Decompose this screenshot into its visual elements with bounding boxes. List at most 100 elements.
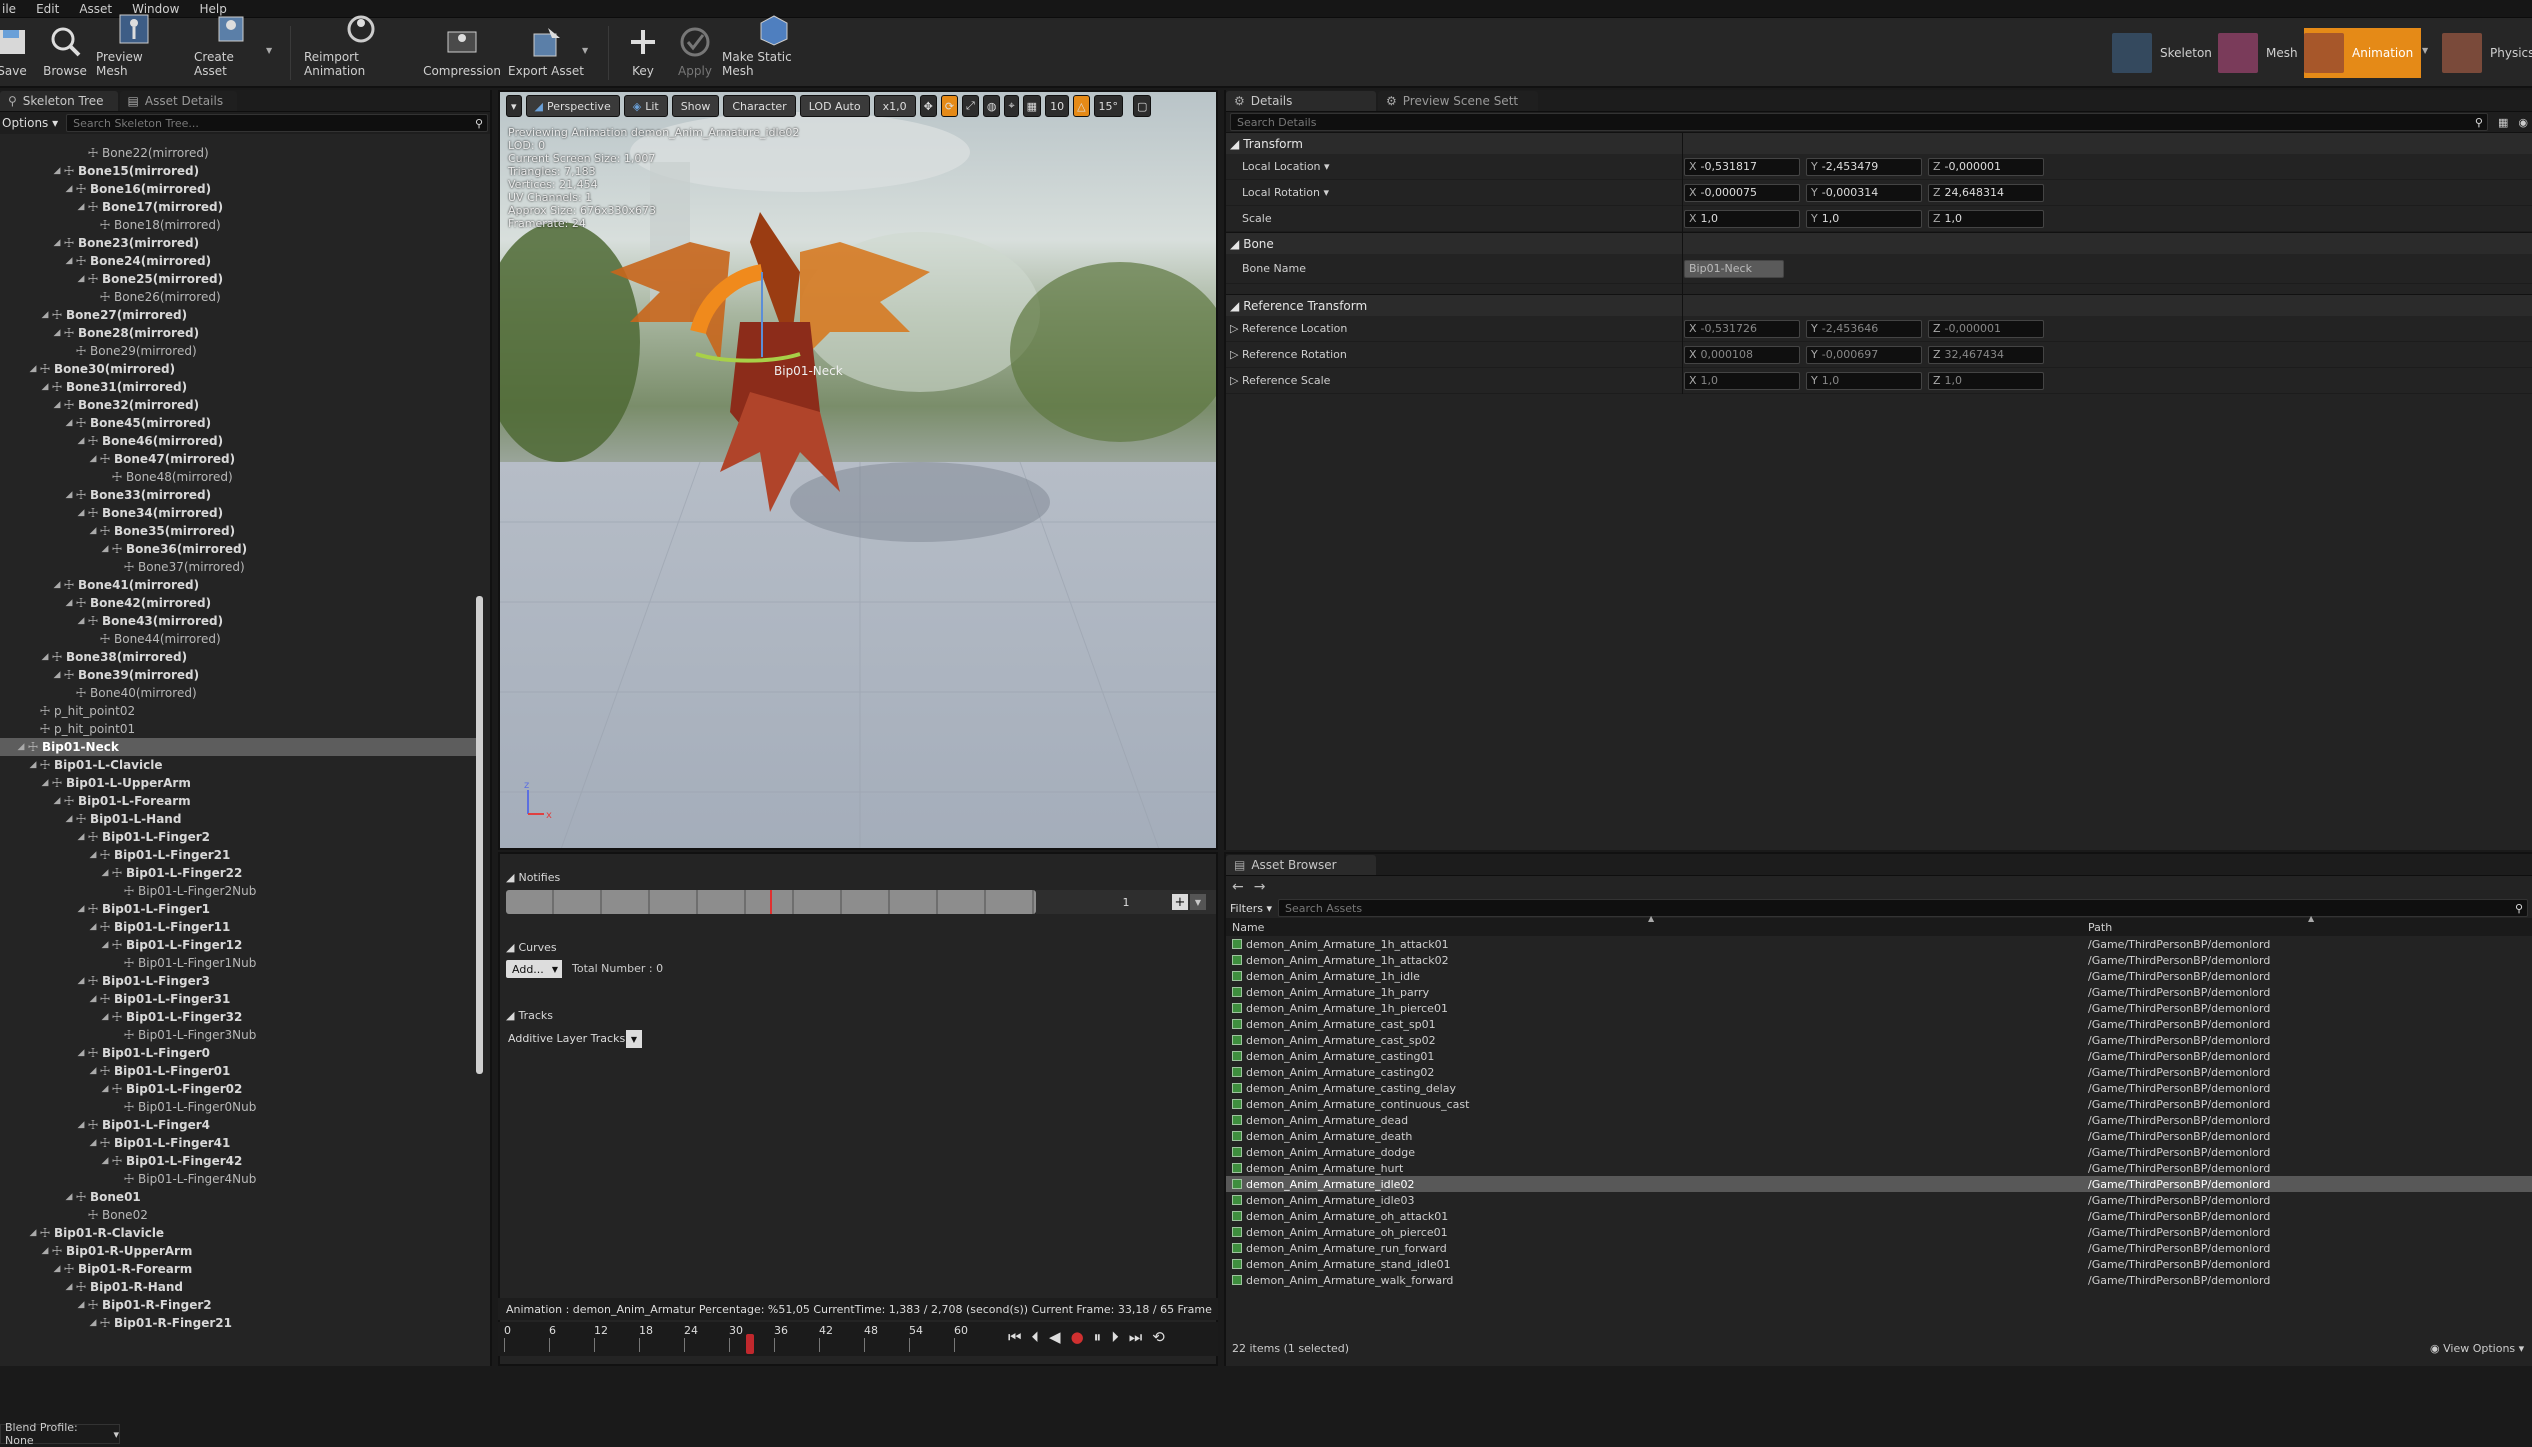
bone-tree-row[interactable]: ☩ Bip01-L-Finger4Nub (0, 1170, 478, 1188)
tab-asset-details[interactable]: ▤ Asset Details (119, 91, 238, 111)
property-matrix-icon[interactable]: ▦ (2498, 116, 2508, 129)
mesh-mode-button[interactable]: Mesh (2218, 28, 2298, 78)
bone-tree-row[interactable]: ◢ ☩ Bone41(mirrored) (0, 576, 478, 594)
asset-list-item[interactable]: demon_Anim_Armature_idle03/Game/ThirdPer… (1226, 1192, 2532, 1208)
perspective-button[interactable]: ◢ Perspective (525, 95, 620, 117)
expand-arrow-icon[interactable]: ◢ (88, 1066, 98, 1076)
compression-button[interactable]: Compression (423, 22, 501, 84)
tab-skeleton-tree[interactable]: ⚲ Skeleton Tree (0, 91, 118, 111)
notify-track-dropdown-icon[interactable]: ▼ (1190, 894, 1206, 910)
bone-tree-row[interactable]: ☩ p_hit_point02 (0, 702, 478, 720)
bone-tree-row[interactable]: ◢ ☩ Bip01-L-Finger2 (0, 828, 478, 846)
bone-tree-row[interactable]: ◢ ☩ Bip01-R-Finger21 (0, 1314, 478, 1332)
expand-arrow-icon[interactable]: ◢ (88, 1318, 98, 1328)
bone-tree-row[interactable]: ◢ ☩ Bone23(mirrored) (0, 234, 478, 252)
asset-list-item[interactable]: demon_Anim_Armature_dodge/Game/ThirdPers… (1226, 1144, 2532, 1160)
rotate-icon[interactable]: ⟳ (940, 95, 959, 117)
bone-tree-row[interactable]: ◢ ☩ Bip01-L-Finger11 (0, 918, 478, 936)
bone-tree-row[interactable]: ◢ ☩ Bone33(mirrored) (0, 486, 478, 504)
bone-tree-row[interactable]: ◢ ☩ Bip01-L-Hand (0, 810, 478, 828)
scale-z[interactable]: Z 1,0 (1928, 209, 2044, 228)
add-notify-track-button[interactable]: + (1172, 894, 1188, 910)
asset-list-item[interactable]: demon_Anim_Armature_oh_pierce01/Game/Thi… (1226, 1224, 2532, 1240)
bone-tree-row[interactable]: ◢ ☩ Bone17(mirrored) (0, 198, 478, 216)
local-rotation-z[interactable]: Z 24,648314 (1928, 183, 2044, 202)
expand-arrow-icon[interactable]: ◢ (52, 166, 62, 176)
bone-tree-row[interactable]: ◢ ☩ Bone34(mirrored) (0, 504, 478, 522)
local-location-z[interactable]: Z -0,000001 (1928, 157, 2044, 176)
expand-arrow-icon[interactable]: ◢ (76, 436, 86, 446)
bone-tree-row[interactable]: ☩ Bone44(mirrored) (0, 630, 478, 648)
local-rotation-y[interactable]: Y -0,000314 (1806, 183, 1922, 202)
bone-tree-row[interactable]: ◢ ☩ Bone38(mirrored) (0, 648, 478, 666)
expand-arrow-icon[interactable]: ◢ (100, 868, 110, 878)
bone-tree-row[interactable]: ◢ ☩ Bone28(mirrored) (0, 324, 478, 342)
reimport-animation-button[interactable]: Reimport Animation (304, 15, 418, 84)
expand-arrow-icon[interactable]: ◢ (88, 922, 98, 932)
details-column-divider[interactable] (1682, 132, 1683, 394)
bone-tree-row[interactable]: ◢ ☩ Bone35(mirrored) (0, 522, 478, 540)
expand-arrow-icon[interactable]: ◢ (28, 1228, 38, 1238)
skeleton-mode-button[interactable]: Skeleton (2112, 28, 2212, 78)
bone-tree-row[interactable]: ☩ Bone48(mirrored) (0, 468, 478, 486)
bone-tree-row[interactable]: ◢ ☩ Bone36(mirrored) (0, 540, 478, 558)
make-static-mesh-button[interactable]: Make Static Mesh (722, 15, 826, 84)
expand-arrow-icon[interactable]: ◢ (40, 652, 50, 662)
bone-tree-row[interactable]: ☩ Bone26(mirrored) (0, 288, 478, 306)
expand-arrow-icon[interactable]: ◢ (40, 382, 50, 392)
expand-arrow-icon[interactable]: ◢ (28, 760, 38, 770)
loop-icon[interactable]: ⟲ (1152, 1328, 1165, 1346)
preview-viewport[interactable]: Bip01-Neck z x Previewing Animation demo… (498, 90, 1218, 850)
bone-tree-row[interactable]: ◢ ☩ Bip01-L-Finger32 (0, 1008, 478, 1026)
expand-arrow-icon[interactable]: ◢ (64, 598, 74, 608)
asset-list-item[interactable]: demon_Anim_Armature_idle02/Game/ThirdPer… (1226, 1176, 2532, 1192)
local-location-y[interactable]: Y -2,453479 (1806, 157, 1922, 176)
asset-list-item[interactable]: demon_Anim_Armature_continuous_cast/Game… (1226, 1096, 2532, 1112)
asset-list-item[interactable]: demon_Anim_Armature_1h_attack01/Game/Thi… (1226, 936, 2532, 952)
show-button[interactable]: Show (671, 95, 720, 117)
expand-arrow-icon[interactable]: ◢ (76, 1048, 86, 1058)
bone-tree-row[interactable]: ◢ ☩ Bip01-L-Finger3 (0, 972, 478, 990)
bone-tree-row[interactable]: ◢ ☩ Bone25(mirrored) (0, 270, 478, 288)
blend-profile-dropdown[interactable]: Blend Profile: None ▾ (0, 1421, 120, 1447)
tree-scrollbar[interactable] (476, 596, 483, 1074)
expand-arrow-icon[interactable]: ◢ (52, 400, 62, 410)
bone-tree-row[interactable]: ◢ ☩ Bone24(mirrored) (0, 252, 478, 270)
angle-size-button[interactable]: 15° (1093, 95, 1124, 117)
expand-arrow-icon[interactable]: ◢ (88, 850, 98, 860)
playback-speed-button[interactable]: x1,0 (873, 95, 916, 117)
physics-mode-button[interactable]: Physics (2442, 28, 2532, 78)
asset-search-input[interactable]: Search Assets ⚲ (1278, 899, 2528, 917)
expand-arrow-icon[interactable]: ◢ (76, 904, 86, 914)
expand-arrow-icon[interactable]: ◢ (100, 1012, 110, 1022)
asset-list-item[interactable]: demon_Anim_Armature_run_forward/Game/Thi… (1226, 1240, 2532, 1256)
options-dropdown[interactable]: Options ▾ (2, 116, 58, 130)
reference-location-label[interactable]: ▷ Reference Location (1230, 322, 1347, 335)
asset-list-item[interactable]: demon_Anim_Armature_stand_idle01/Game/Th… (1226, 1256, 2532, 1272)
expand-arrow-icon[interactable]: ◢ (64, 1282, 74, 1292)
menu-asset[interactable]: Asset (79, 2, 112, 16)
reference-rotation-label[interactable]: ▷ Reference Rotation (1230, 348, 1347, 361)
bone-tree-row[interactable]: ☩ Bone29(mirrored) (0, 342, 478, 360)
bone-tree-row[interactable]: ◢ ☩ Bone42(mirrored) (0, 594, 478, 612)
view-options-button[interactable]: ◉ View Options ▾ (2430, 1342, 2524, 1355)
bone-tree-row[interactable]: ◢ ☩ Bone27(mirrored) (0, 306, 478, 324)
animation-mode-button[interactable]: Animation (2304, 28, 2422, 78)
expand-arrow-icon[interactable]: ◢ (88, 454, 98, 464)
create-asset-button[interactable]: Create Asset (194, 16, 268, 84)
bone-tree-row[interactable]: ◢ ☩ Bip01-L-UpperArm (0, 774, 478, 792)
forward-arrow-icon[interactable]: → (1254, 879, 1266, 895)
asset-list-item[interactable]: demon_Anim_Armature_walk_forward/Game/Th… (1226, 1272, 2532, 1288)
path-column-header[interactable]: Path (2088, 921, 2112, 934)
notifies-section[interactable]: ◢ Notifies (500, 868, 560, 886)
bone-tree-row[interactable]: ◢ ☩ Bip01-L-Finger21 (0, 846, 478, 864)
bone-tree-row[interactable]: ☩ Bone40(mirrored) (0, 684, 478, 702)
eye-icon[interactable]: ◉ (2518, 116, 2528, 129)
preview-mesh-button[interactable]: Preview Mesh (96, 14, 172, 84)
asset-list-item[interactable]: demon_Anim_Armature_1h_parry/Game/ThirdP… (1226, 984, 2532, 1000)
expand-arrow-icon[interactable]: ◢ (76, 616, 86, 626)
expand-arrow-icon[interactable]: ◢ (100, 1156, 110, 1166)
grid-size-button[interactable]: 10 (1045, 95, 1070, 117)
bone-tree-row[interactable]: ◢ ☩ Bip01-L-Finger4 (0, 1116, 478, 1134)
menu-edit[interactable]: Edit (36, 2, 59, 16)
